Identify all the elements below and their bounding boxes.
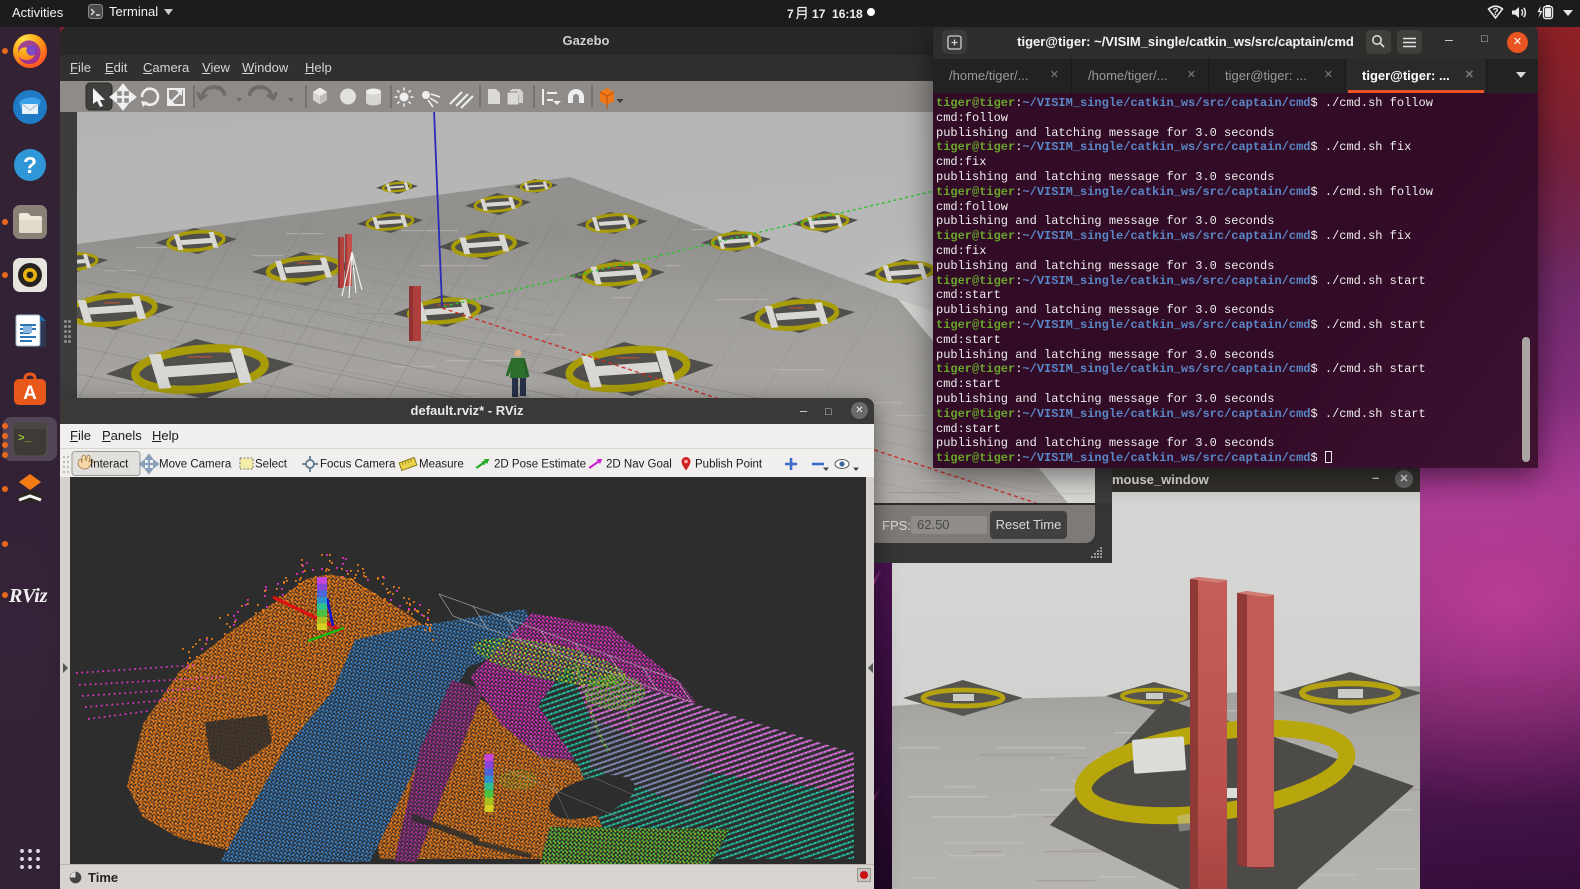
svg-text:A: A (23, 383, 37, 404)
svg-text:Select: Select (255, 459, 288, 471)
svg-text:Publish Point: Publish Point (695, 459, 763, 471)
svg-text:2D Nav Goal: 2D Nav Goal (606, 459, 672, 471)
svg-text:Move Camera: Move Camera (159, 459, 232, 471)
svg-text:?: ? (1492, 7, 1498, 18)
svg-text:Measure: Measure (419, 459, 464, 471)
svg-text:Interact: Interact (90, 459, 129, 471)
svg-text:2D Pose Estimate: 2D Pose Estimate (494, 459, 586, 471)
svg-text:>_: >_ (18, 433, 32, 445)
svg-text:?: ? (23, 152, 37, 178)
svg-text:RViz: RViz (8, 585, 48, 607)
svg-text:Focus Camera: Focus Camera (320, 459, 396, 471)
